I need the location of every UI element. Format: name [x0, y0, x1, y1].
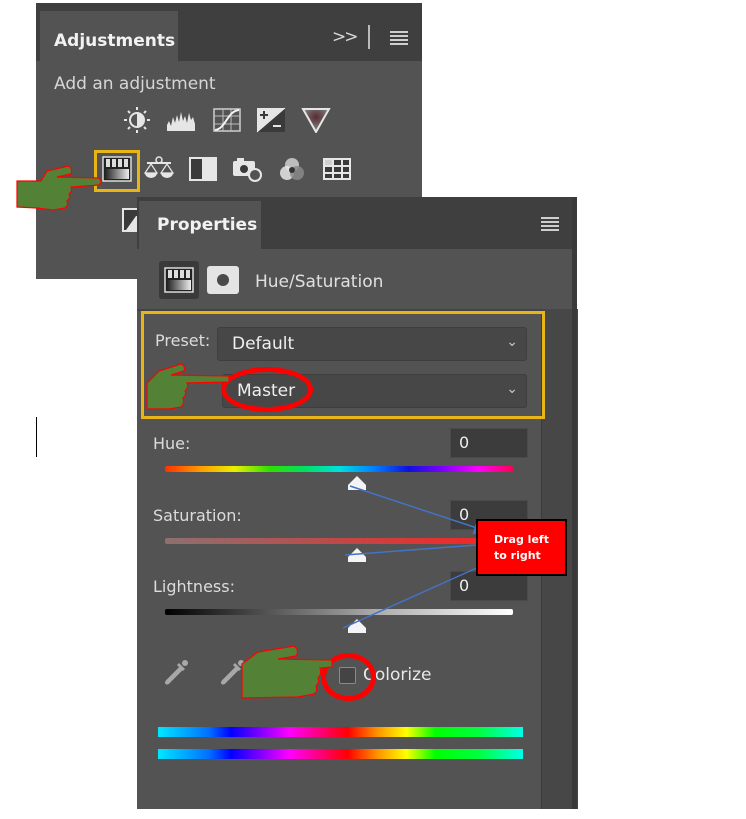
- arrow-from-lightness-thumb: [342, 560, 493, 629]
- text-cursor: [36, 417, 37, 457]
- drag-instruction-callout: Drag left to right: [476, 519, 567, 576]
- arrow-from-saturation-thumb: [344, 537, 493, 556]
- drag-instruction-text: Drag left to right: [494, 533, 549, 562]
- arrow-annotations: [342, 485, 493, 629]
- arrow-from-hue-thumb: [349, 485, 489, 535]
